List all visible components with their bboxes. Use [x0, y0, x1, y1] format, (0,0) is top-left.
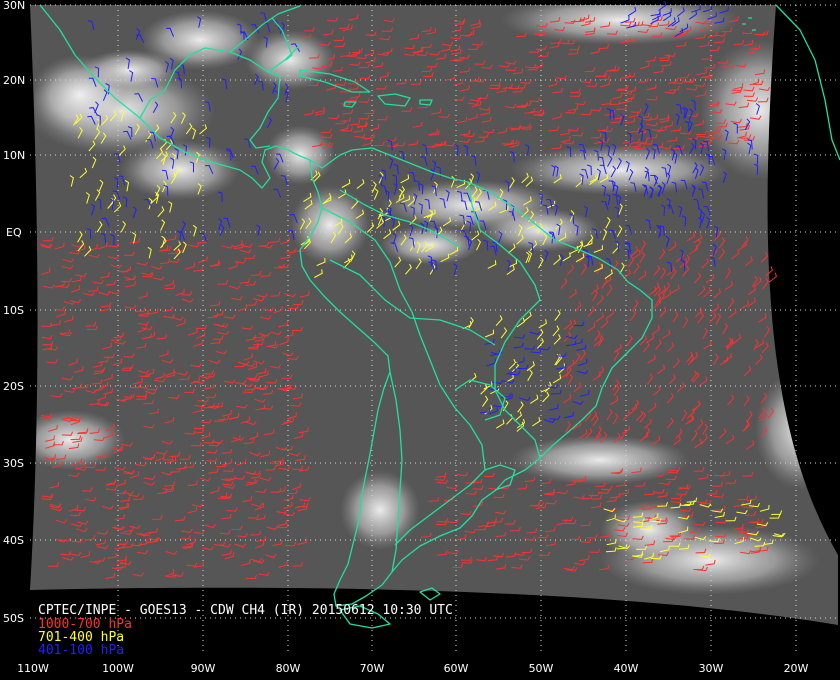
lat-label: 50S: [3, 612, 24, 625]
lat-label: 10S: [3, 304, 24, 317]
lat-label: 10N: [3, 149, 25, 162]
lon-label: 40W: [614, 662, 639, 675]
lat-label: 30S: [3, 457, 24, 470]
lon-label: 80W: [276, 662, 301, 675]
lon-label: 110W: [17, 662, 49, 675]
lon-label: 70W: [360, 662, 385, 675]
satellite-map: 30N 20N 10N EQ 10S 20S 30S 40S 50S 110W …: [0, 0, 840, 680]
lon-label: 20W: [784, 662, 809, 675]
lon-label: 50W: [529, 662, 554, 675]
lon-label: 30W: [699, 662, 724, 675]
lon-label: 100W: [102, 662, 134, 675]
legend-item-high-level: 401-100 hPa: [38, 643, 125, 658]
lat-label: 40S: [3, 534, 24, 547]
lat-label: 20N: [3, 74, 25, 87]
lat-label: EQ: [6, 226, 22, 239]
lon-label: 90W: [191, 662, 216, 675]
map-title: CPTEC/INPE - GOES13 - CDW CH4 (IR) 20150…: [38, 603, 453, 618]
lat-label: 30N: [3, 0, 25, 12]
lon-label: 60W: [444, 662, 469, 675]
lat-label: 20S: [3, 380, 24, 393]
